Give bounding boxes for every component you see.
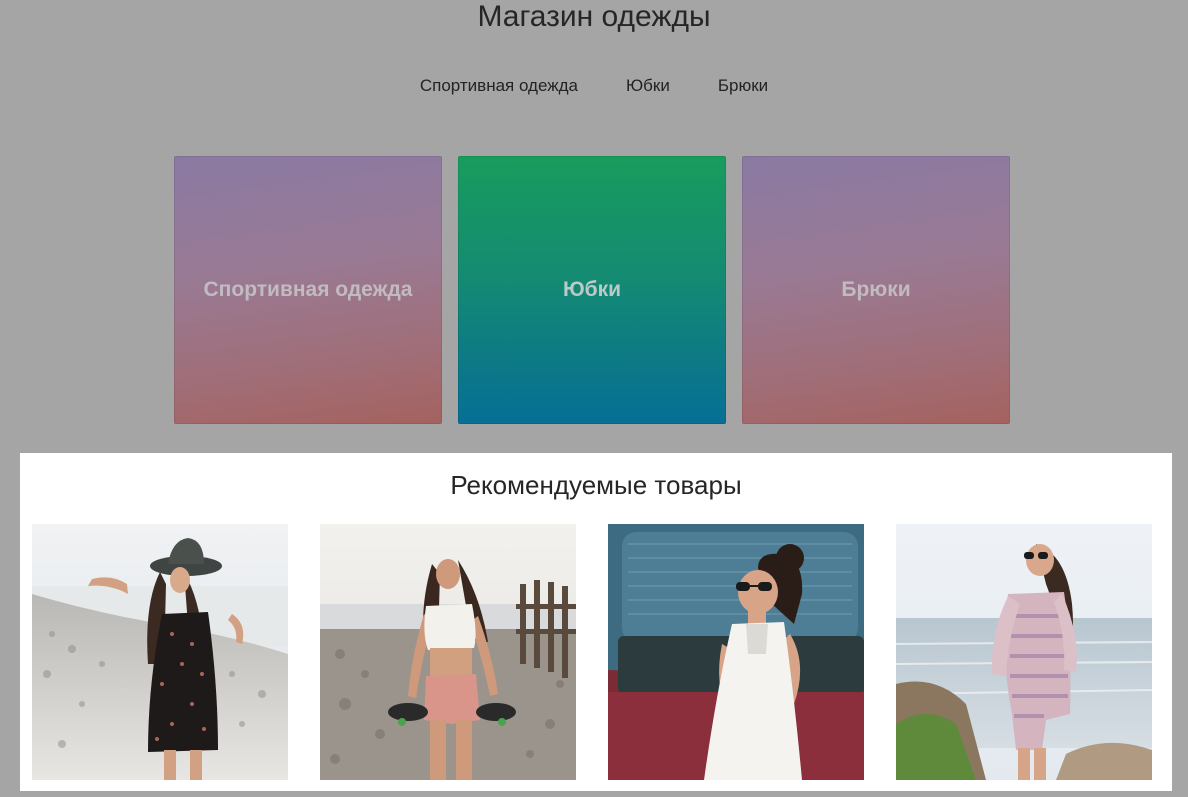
product-photo-1 [32,524,288,780]
product-photo-4 [896,524,1152,780]
product-photo-3 [608,524,864,780]
product-photo-2 [320,524,576,780]
category-tile-label: Спортивная одежда [203,278,413,301]
product-image-1[interactable] [32,524,288,780]
product-image-3[interactable] [608,524,864,780]
top-nav: Спортивная одежда Юбки Брюки [0,74,1188,98]
featured-products-section: Рекомендуемые товары [20,453,1172,791]
product-image-4[interactable] [896,524,1152,780]
nav-link-sportswear[interactable]: Спортивная одежда [420,74,578,98]
featured-products-title: Рекомендуемые товары [450,470,742,500]
category-tile-sportswear[interactable]: Спортивная одежда [174,156,442,424]
category-tile-label: Юбки [562,278,622,301]
product-image-2[interactable] [320,524,576,780]
nav-link-trousers[interactable]: Брюки [718,74,768,98]
category-tiles: Спортивная одежда Юбки Брюки [174,156,1010,424]
nav-link-skirts[interactable]: Юбки [626,74,670,98]
category-tile-label: Брюки [841,278,911,301]
category-tile-skirts[interactable]: Юбки [458,156,726,424]
page-title: Магазин одежды [477,0,711,33]
category-tile-trousers[interactable]: Брюки [742,156,1010,424]
